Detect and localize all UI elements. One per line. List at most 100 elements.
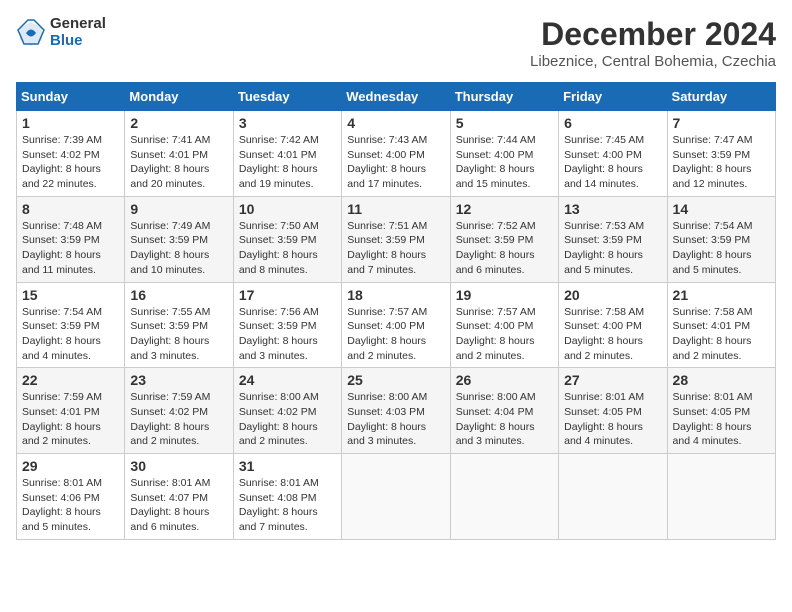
calendar-cell: 11 Sunrise: 7:51 AMSunset: 3:59 PMDayligh… <box>342 196 450 282</box>
calendar-cell: 23Sunrise: 7:59 AMSunset: 4:02 PMDayligh… <box>125 368 233 454</box>
calendar-cell: 9 Sunrise: 7:49 AMSunset: 3:59 PMDaylight… <box>125 196 233 282</box>
day-info: Sunrise: 7:42 AMSunset: 4:01 PMDaylight:… <box>239 133 336 192</box>
calendar-cell: 13 Sunrise: 7:53 AMSunset: 3:59 PMDayligh… <box>559 196 667 282</box>
calendar-cell <box>450 454 558 540</box>
day-info: Sunrise: 7:50 AMSunset: 3:59 PMDaylight:… <box>239 219 336 278</box>
calendar-cell: 5 Sunrise: 7:44 AMSunset: 4:00 PMDaylight… <box>450 111 558 197</box>
day-info: Sunrise: 7:52 AMSunset: 3:59 PMDaylight:… <box>456 219 553 278</box>
day-info: Sunrise: 7:47 AMSunset: 3:59 PMDaylight:… <box>673 133 770 192</box>
day-number: 28 <box>673 372 770 388</box>
day-info: Sunrise: 7:56 AMSunset: 3:59 PMDaylight:… <box>239 305 336 364</box>
month-title: December 2024 <box>530 16 776 53</box>
day-info: Sunrise: 7:39 AMSunset: 4:02 PMDaylight:… <box>22 133 119 192</box>
day-info: Sunrise: 7:58 AMSunset: 4:00 PMDaylight:… <box>564 305 661 364</box>
calendar-week-row: 8Sunrise: 7:48 AMSunset: 3:59 PMDaylight… <box>17 196 776 282</box>
day-info: Sunrise: 7:43 AMSunset: 4:00 PMDaylight:… <box>347 133 444 192</box>
day-number: 2 <box>130 115 227 131</box>
day-number: 25 <box>347 372 444 388</box>
day-number: 30 <box>130 458 227 474</box>
calendar-cell: 2 Sunrise: 7:41 AMSunset: 4:01 PMDaylight… <box>125 111 233 197</box>
calendar-cell: 24 Sunrise: 8:00 AMSunset: 4:02 PMDayligh… <box>233 368 341 454</box>
day-number: 16 <box>130 287 227 303</box>
day-info: Sunrise: 8:01 AMSunset: 4:08 PMDaylight:… <box>239 476 336 535</box>
day-info: Sunrise: 7:55 AMSunset: 3:59 PMDaylight:… <box>130 305 227 364</box>
day-info: Sunrise: 8:01 AMSunset: 4:07 PMDaylight:… <box>130 476 227 535</box>
calendar-cell: 4 Sunrise: 7:43 AMSunset: 4:00 PMDaylight… <box>342 111 450 197</box>
day-info: Sunrise: 7:59 AMSunset: 4:02 PMDaylight:… <box>130 390 227 449</box>
title-block: December 2024 Libeznice, Central Bohemia… <box>530 16 776 70</box>
day-info: Sunrise: 8:00 AMSunset: 4:04 PMDaylight:… <box>456 390 553 449</box>
logo: General Blue <box>16 16 106 49</box>
weekday-header: Friday <box>559 83 667 111</box>
weekday-header: Thursday <box>450 83 558 111</box>
day-number: 8 <box>22 201 119 217</box>
calendar-cell: 29 Sunrise: 8:01 AMSunset: 4:06 PMDayligh… <box>17 454 125 540</box>
calendar-cell: 22Sunrise: 7:59 AMSunset: 4:01 PMDayligh… <box>17 368 125 454</box>
weekday-header: Saturday <box>667 83 775 111</box>
day-info: Sunrise: 7:54 AMSunset: 3:59 PMDaylight:… <box>22 305 119 364</box>
calendar-cell: 14Sunrise: 7:54 AMSunset: 3:59 PMDayligh… <box>667 196 775 282</box>
day-number: 13 <box>564 201 661 217</box>
weekday-header-row: SundayMondayTuesdayWednesdayThursdayFrid… <box>17 83 776 111</box>
day-info: Sunrise: 7:57 AMSunset: 4:00 PMDaylight:… <box>456 305 553 364</box>
day-number: 19 <box>456 287 553 303</box>
day-number: 31 <box>239 458 336 474</box>
day-number: 21 <box>673 287 770 303</box>
day-number: 9 <box>130 201 227 217</box>
calendar-week-row: 1Sunrise: 7:39 AMSunset: 4:02 PMDaylight… <box>17 111 776 197</box>
calendar-cell: 3 Sunrise: 7:42 AMSunset: 4:01 PMDaylight… <box>233 111 341 197</box>
day-info: Sunrise: 8:01 AMSunset: 4:05 PMDaylight:… <box>564 390 661 449</box>
calendar-cell: 8Sunrise: 7:48 AMSunset: 3:59 PMDaylight… <box>17 196 125 282</box>
day-info: Sunrise: 7:49 AMSunset: 3:59 PMDaylight:… <box>130 219 227 278</box>
calendar-cell <box>342 454 450 540</box>
day-info: Sunrise: 7:53 AMSunset: 3:59 PMDaylight:… <box>564 219 661 278</box>
day-info: Sunrise: 8:01 AMSunset: 4:05 PMDaylight:… <box>673 390 770 449</box>
calendar-cell: 27 Sunrise: 8:01 AMSunset: 4:05 PMDayligh… <box>559 368 667 454</box>
day-number: 29 <box>22 458 119 474</box>
calendar-week-row: 22Sunrise: 7:59 AMSunset: 4:01 PMDayligh… <box>17 368 776 454</box>
day-info: Sunrise: 7:51 AMSunset: 3:59 PMDaylight:… <box>347 219 444 278</box>
calendar-cell: 1Sunrise: 7:39 AMSunset: 4:02 PMDaylight… <box>17 111 125 197</box>
weekday-header: Tuesday <box>233 83 341 111</box>
weekday-header: Monday <box>125 83 233 111</box>
day-number: 15 <box>22 287 119 303</box>
day-info: Sunrise: 8:00 AMSunset: 4:02 PMDaylight:… <box>239 390 336 449</box>
weekday-header: Sunday <box>17 83 125 111</box>
calendar-cell: 7 Sunrise: 7:47 AMSunset: 3:59 PMDaylight… <box>667 111 775 197</box>
day-number: 11 <box>347 201 444 217</box>
calendar-cell: 17Sunrise: 7:56 AMSunset: 3:59 PMDayligh… <box>233 282 341 368</box>
day-info: Sunrise: 8:00 AMSunset: 4:03 PMDaylight:… <box>347 390 444 449</box>
day-info: Sunrise: 7:44 AMSunset: 4:00 PMDaylight:… <box>456 133 553 192</box>
calendar-cell: 19 Sunrise: 7:57 AMSunset: 4:00 PMDayligh… <box>450 282 558 368</box>
calendar-table: SundayMondayTuesdayWednesdayThursdayFrid… <box>16 82 776 540</box>
day-info: Sunrise: 7:54 AMSunset: 3:59 PMDaylight:… <box>673 219 770 278</box>
day-number: 6 <box>564 115 661 131</box>
calendar-cell <box>559 454 667 540</box>
day-number: 26 <box>456 372 553 388</box>
calendar-cell: 21Sunrise: 7:58 AMSunset: 4:01 PMDayligh… <box>667 282 775 368</box>
location: Libeznice, Central Bohemia, Czechia <box>530 53 776 70</box>
day-number: 27 <box>564 372 661 388</box>
logo-text: General Blue <box>50 16 106 49</box>
calendar-cell: 18Sunrise: 7:57 AMSunset: 4:00 PMDayligh… <box>342 282 450 368</box>
day-number: 4 <box>347 115 444 131</box>
day-number: 24 <box>239 372 336 388</box>
day-number: 22 <box>22 372 119 388</box>
day-number: 18 <box>347 287 444 303</box>
day-info: Sunrise: 8:01 AMSunset: 4:06 PMDaylight:… <box>22 476 119 535</box>
day-number: 10 <box>239 201 336 217</box>
calendar-cell: 26 Sunrise: 8:00 AMSunset: 4:04 PMDayligh… <box>450 368 558 454</box>
calendar-cell <box>667 454 775 540</box>
day-info: Sunrise: 7:41 AMSunset: 4:01 PMDaylight:… <box>130 133 227 192</box>
logo-icon <box>16 18 46 48</box>
calendar-week-row: 29 Sunrise: 8:01 AMSunset: 4:06 PMDayligh… <box>17 454 776 540</box>
day-number: 3 <box>239 115 336 131</box>
calendar-cell: 31 Sunrise: 8:01 AMSunset: 4:08 PMDayligh… <box>233 454 341 540</box>
logo-general: General <box>50 16 106 33</box>
calendar-cell: 10 Sunrise: 7:50 AMSunset: 3:59 PMDayligh… <box>233 196 341 282</box>
day-number: 5 <box>456 115 553 131</box>
page-header: General Blue December 2024 Libeznice, Ce… <box>16 16 776 70</box>
calendar-cell: 30 Sunrise: 8:01 AMSunset: 4:07 PMDayligh… <box>125 454 233 540</box>
calendar-cell: 20Sunrise: 7:58 AMSunset: 4:00 PMDayligh… <box>559 282 667 368</box>
day-number: 7 <box>673 115 770 131</box>
